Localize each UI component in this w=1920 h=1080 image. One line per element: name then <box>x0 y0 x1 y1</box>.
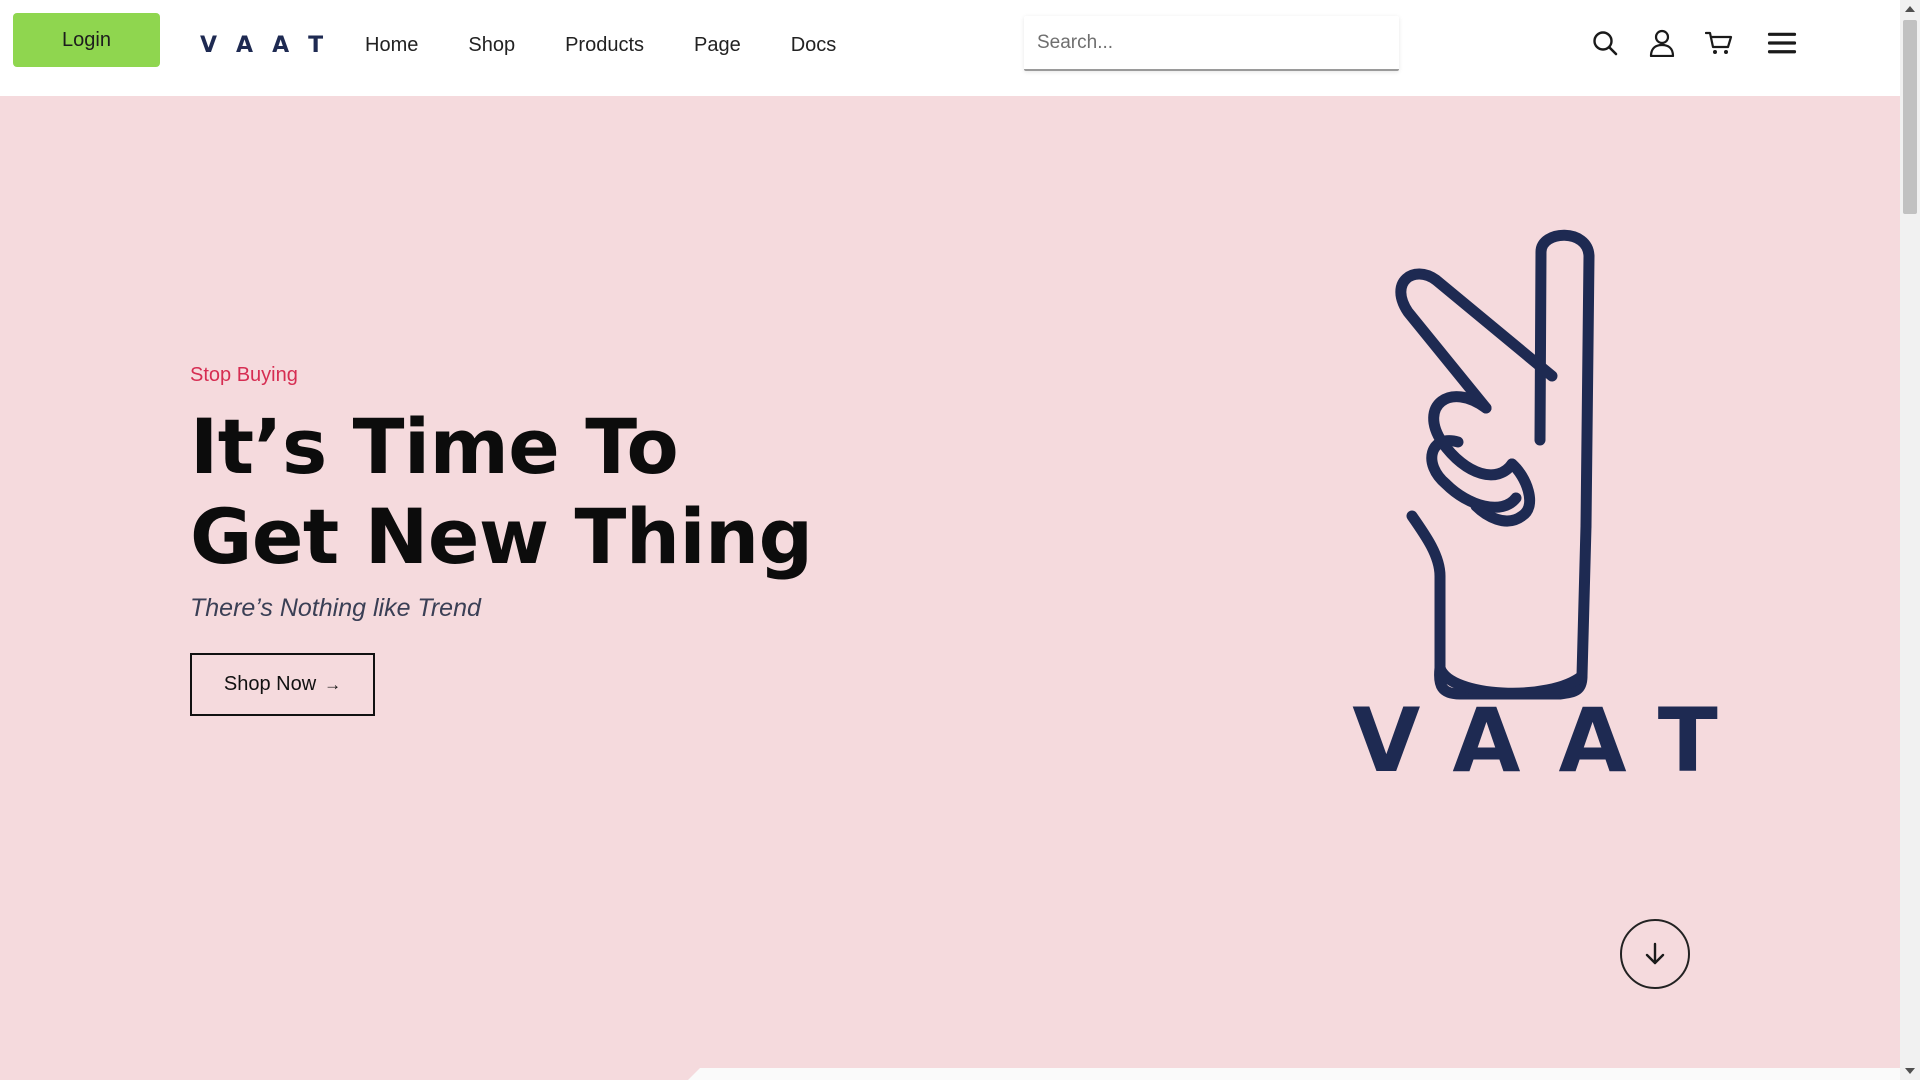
main-nav: Home Shop Products Page Docs <box>365 34 886 57</box>
search-box <box>1024 16 1399 71</box>
user-icon[interactable] <box>1647 28 1677 58</box>
login-button[interactable]: Login <box>13 13 160 67</box>
search-icon[interactable] <box>1590 28 1620 58</box>
shop-now-button[interactable]: Shop Now → <box>190 653 375 716</box>
section-slant <box>688 1068 700 1080</box>
site-logo[interactable]: V A A T <box>200 30 342 60</box>
page-scrollbar[interactable] <box>1900 0 1920 1080</box>
menu-icon[interactable] <box>1767 28 1797 58</box>
nav-shop[interactable]: Shop <box>468 34 515 57</box>
brand-wordmark: VAAT <box>1352 689 1756 792</box>
header-actions <box>1590 28 1797 58</box>
hero-headline: It’s Time To Get New Thing <box>190 402 890 582</box>
next-section-edge <box>0 1064 1900 1080</box>
logo-letter: T <box>308 32 324 58</box>
hero-subline: There’s Nothing like Trend <box>190 594 481 622</box>
nav-docs[interactable]: Docs <box>791 34 837 57</box>
nav-products[interactable]: Products <box>565 34 644 57</box>
logo-letter: V <box>200 32 218 58</box>
nav-home[interactable]: Home <box>365 34 418 57</box>
hero-eyebrow: Stop Buying <box>190 364 298 386</box>
hero-headline-line1: It’s Time To <box>190 402 679 491</box>
scrollbar-thumb[interactable] <box>1903 20 1917 214</box>
section-band <box>700 1068 1900 1080</box>
logo-letter: A <box>272 32 290 58</box>
scroll-down-button[interactable] <box>1620 919 1690 989</box>
arrow-right-icon: → <box>324 674 342 694</box>
cart-icon[interactable] <box>1704 28 1734 58</box>
nav-page[interactable]: Page <box>694 34 741 57</box>
logo-letter: A <box>236 32 254 58</box>
hero-headline-line2: Get New Thing <box>190 492 813 581</box>
page: Login V A A T Home Shop Products Page Do… <box>0 0 1920 1080</box>
hero-banner: Stop Buying It’s Time To Get New Thing T… <box>0 96 1900 1080</box>
site-header: Login V A A T Home Shop Products Page Do… <box>0 0 1900 96</box>
scroll-up-arrow-icon[interactable] <box>1900 0 1920 18</box>
shop-now-label: Shop Now <box>223 673 317 695</box>
scroll-down-arrow-icon[interactable] <box>1900 1062 1920 1080</box>
arrow-down-icon <box>1645 942 1665 965</box>
search-input[interactable] <box>1024 16 1399 69</box>
